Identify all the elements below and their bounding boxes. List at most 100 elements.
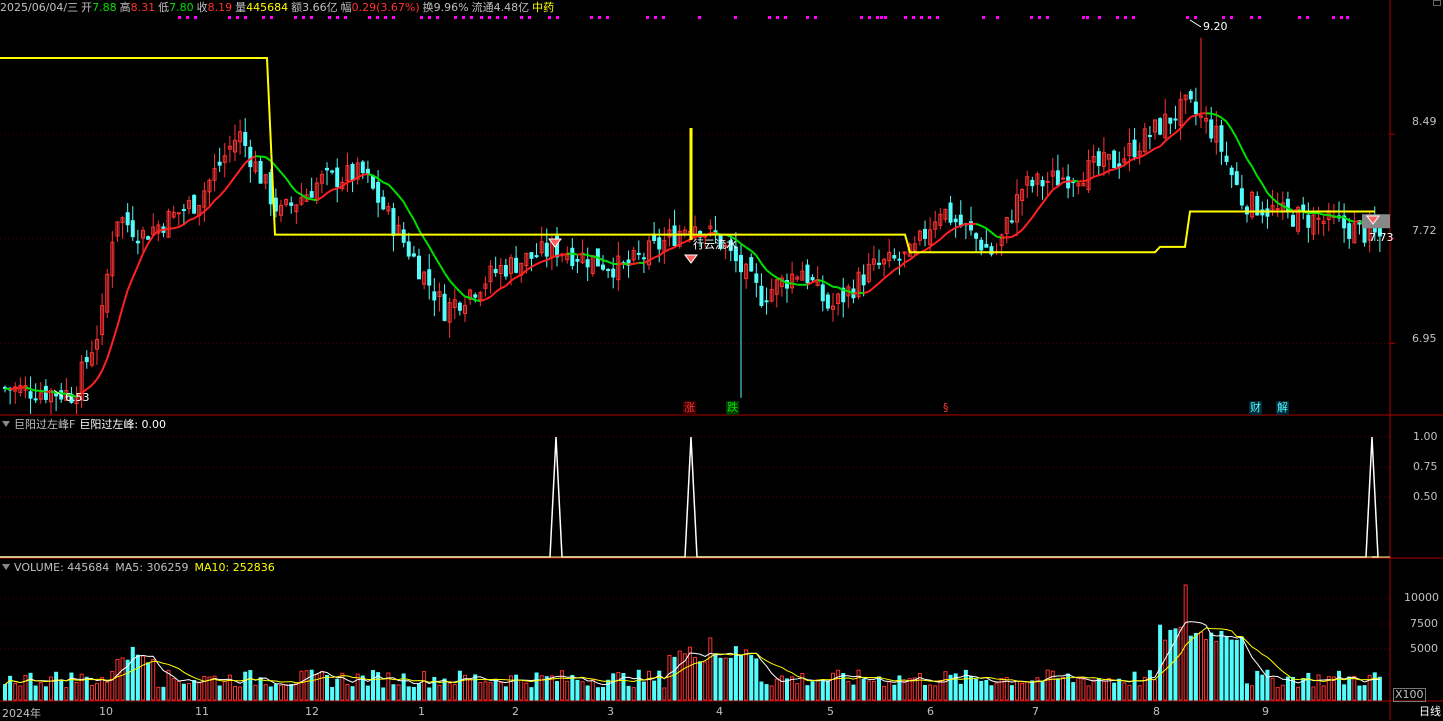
event-marker-limit-up[interactable]: 涨 [683, 401, 696, 415]
moving-average-line [1160, 141, 1165, 146]
signal-dot [698, 16, 701, 19]
vol-value: 445684 [246, 1, 288, 14]
candle-body [34, 399, 37, 400]
moving-average-line [899, 263, 904, 268]
collapse-icon[interactable] [2, 421, 10, 427]
volume-bar [116, 660, 119, 700]
period-selector[interactable]: 日线 [1419, 703, 1441, 719]
volume-bar [1297, 687, 1300, 700]
amount-value: 3.66亿 [302, 1, 338, 14]
volume-bar [407, 687, 410, 700]
moving-average-line [31, 389, 36, 391]
volume-bar [995, 683, 998, 700]
signal-dot [734, 16, 737, 19]
moving-average-line [889, 270, 894, 274]
chart-canvas[interactable] [0, 0, 1443, 720]
moving-average-line [1319, 213, 1324, 215]
signal-dot [488, 16, 491, 19]
event-marker-finance[interactable]: 财 [1249, 401, 1262, 415]
candle-body [612, 269, 615, 277]
collapse-icon[interactable] [2, 564, 10, 570]
signal-dot [1332, 16, 1335, 19]
volume-bar [1276, 688, 1279, 700]
moving-average-line [1099, 174, 1104, 176]
indicator-title[interactable]: 巨阳过左峰F巨阳过左峰: 0.00 [2, 417, 166, 433]
moving-average-line [710, 233, 715, 234]
header-date: 2025/06/04/三 [0, 1, 78, 14]
candle-body [1363, 228, 1366, 242]
moving-average-line [608, 262, 613, 264]
moving-average-line [399, 196, 404, 202]
low-label: 低 [158, 1, 169, 14]
moving-average-line [1293, 210, 1298, 211]
moving-average-line [828, 284, 833, 287]
volume-bar [1184, 585, 1187, 700]
volume-bar [382, 688, 385, 700]
moving-average-line [414, 220, 419, 230]
volume-bar [397, 685, 400, 700]
signal-dot [996, 16, 999, 19]
volume-bar [1338, 671, 1341, 700]
moving-average-line [1043, 196, 1048, 203]
moving-average-line [470, 298, 475, 301]
volume-bar [489, 683, 492, 700]
moving-average-line [654, 256, 659, 258]
volume-bar [423, 672, 426, 700]
signal-dot [392, 16, 395, 19]
volume-bar [142, 656, 145, 700]
volume-bar [714, 654, 717, 700]
moving-average-line [184, 220, 189, 224]
volume-bar [320, 672, 323, 700]
moving-average-line [92, 379, 97, 385]
candle-body [1148, 135, 1151, 136]
volume-bar [1087, 686, 1090, 700]
volume-bar [1194, 633, 1197, 700]
volume-bar [571, 675, 574, 700]
candle-body [642, 258, 645, 259]
volume-bar [305, 671, 308, 700]
moving-average-line [981, 226, 986, 229]
volume-bar [9, 676, 12, 700]
moving-average-line [404, 202, 409, 211]
volume-title[interactable]: VOLUME: 445684MA5: 306259MA10: 252836 [2, 560, 275, 576]
moving-average-line [664, 249, 669, 252]
candle-body [576, 259, 579, 261]
moving-average-line [15, 388, 20, 389]
volume-bar [770, 686, 773, 700]
event-marker-limit-down[interactable]: 跌 [726, 401, 739, 415]
volume-ma5: MA5: 306259 [115, 561, 188, 574]
volume-bar [612, 674, 615, 700]
volume-bar [847, 681, 850, 700]
volume-bar [484, 682, 487, 700]
change-value: 0.29(3.67%) [352, 1, 420, 14]
signal-dot [428, 16, 431, 19]
candle-body [177, 213, 180, 214]
signal-dot [328, 16, 331, 19]
sector-tag[interactable]: 中药 [532, 1, 554, 14]
moving-average-line [1334, 216, 1339, 217]
event-marker-unlock[interactable]: 解 [1276, 401, 1289, 415]
moving-average-line [1032, 210, 1037, 217]
volume-bar [627, 686, 630, 700]
volume-bar [1281, 685, 1284, 700]
event-marker-section[interactable]: § [942, 401, 950, 415]
moving-average-line [879, 278, 884, 283]
panel-scroll-marker[interactable] [1433, 0, 1441, 6]
candle-body [407, 242, 410, 256]
moving-average-line [102, 359, 107, 371]
high-price-annotation: 9.20 [1203, 20, 1228, 33]
moving-average-line [225, 184, 230, 191]
moving-average-line [383, 182, 388, 184]
volume-bar [223, 682, 226, 700]
moving-average-line [741, 244, 746, 248]
candle-body [1292, 215, 1295, 226]
candle-body [1159, 119, 1162, 135]
signal-dot [1030, 16, 1033, 19]
moving-average-line [112, 326, 117, 343]
volume-bar [1046, 670, 1049, 700]
candle-body [249, 147, 252, 166]
moving-average-line [593, 256, 598, 257]
signal-dot [654, 16, 657, 19]
moving-average-line [833, 287, 838, 288]
vol-label: 量 [235, 1, 246, 14]
